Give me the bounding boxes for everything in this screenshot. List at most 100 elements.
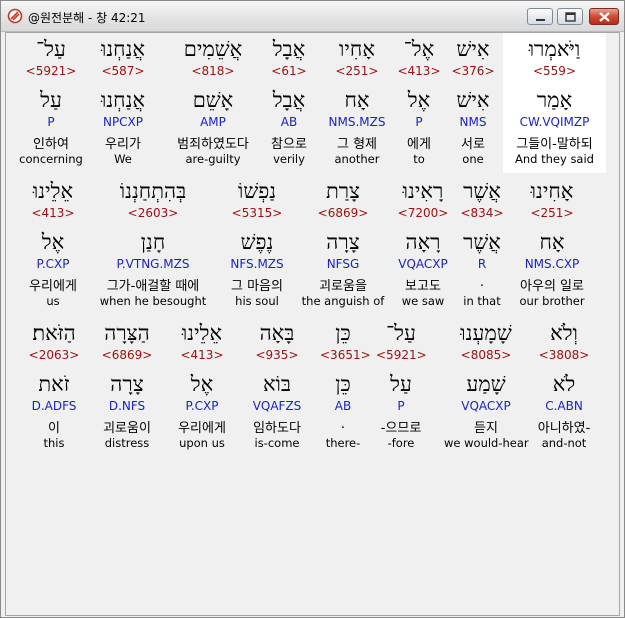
strong-number[interactable]: <7200> (392, 206, 454, 220)
parsing-code: R (477, 257, 487, 271)
title-bar[interactable]: @원전분해 - 창 42:21 (1, 1, 624, 32)
hebrew-word: עַל־ (386, 321, 416, 345)
strong-number[interactable]: <61> (262, 64, 316, 78)
strong-number[interactable]: <8085> (452, 348, 520, 362)
strong-number[interactable]: <5315> (226, 206, 288, 220)
strong-number[interactable]: <5921> (20, 64, 82, 78)
lemma: צָרָה (110, 372, 144, 396)
strong-number[interactable]: <2603> (102, 206, 204, 220)
parsing-code: NMS.CXP (524, 257, 580, 271)
hebrew-word: הַזֹּאת׃ (32, 321, 76, 345)
korean-gloss: 이 (48, 421, 60, 436)
word-cell[interactable]: הַזֹּאת׃ <2063> זֹאת D.ADFS 이 this (24, 317, 84, 457)
english-gloss: us (46, 294, 60, 308)
strong-number[interactable]: <6869> (94, 348, 160, 362)
lemma: אָח (539, 230, 565, 254)
lemma: אָמַר (536, 88, 573, 112)
word-cell[interactable]: בְּהִתְחַנְנוֹ <2603> חָנַן P.VTNG.MZS 그… (100, 175, 207, 315)
strong-number[interactable]: <559> (503, 64, 606, 78)
word-cell[interactable]: אֲשֵׁמִים <818> אָשֵׁם AMP 범죄하였도다 are-gu… (172, 33, 254, 173)
parsing-code: NFS.MZS (230, 257, 284, 271)
strong-number[interactable]: <2063> (24, 348, 84, 362)
word-cell[interactable]: עַל־ <5921> עַל P 인하여 concerning (19, 33, 83, 173)
korean-gloss: 그들이-말하되 (516, 137, 593, 152)
hebrew-word: צָרַת (325, 179, 361, 203)
korean-gloss: 그 형제 (336, 137, 377, 152)
word-cell[interactable]: בָּאָה <935> בּוֹא VQAFZS 임하도다 is-come (246, 317, 308, 457)
lemma: כֵּן (335, 372, 351, 396)
korean-gloss: 범죄하였도다 (177, 137, 249, 152)
maximize-button[interactable] (557, 8, 583, 25)
lemma: נֶפֶשׁ (240, 230, 274, 254)
english-gloss: his soul (235, 294, 279, 308)
word-cell[interactable]: אִישׁ <376> אִישׁ NMS 서로 one (448, 33, 498, 173)
word-cell[interactable]: עַל־ <5921> עַל P -으므로 -fore (376, 317, 427, 457)
strong-number[interactable]: <6869> (302, 206, 384, 220)
word-cell[interactable]: אֲבָל <61> אֲבָל AB 참으로 verily (262, 33, 316, 173)
strong-number[interactable]: <376> (448, 64, 498, 78)
korean-gloss: 참으로 (271, 137, 307, 152)
strong-number[interactable]: <251> (508, 206, 596, 220)
strong-number[interactable]: <3808> (532, 348, 596, 362)
word-cell[interactable]: אֵלֵינוּ <413> אֶל P.CXP 우리에게 upon us (170, 317, 234, 457)
minimize-button[interactable] (527, 8, 553, 25)
word-cell[interactable]: אֶל־ <413> אֶל P 에게 to (394, 33, 444, 173)
hebrew-word: אֲנַחְנוּ (100, 37, 146, 61)
korean-gloss: 인하여 (33, 137, 69, 152)
word-cell[interactable]: אֵלֵינוּ <413> אֶל P.CXP 우리에게 us (22, 175, 84, 315)
word-cell[interactable]: צָרַת <6869> צָרָה NFSG 괴로움을 the anguish… (302, 175, 385, 315)
korean-gloss: 아니하였- (537, 421, 591, 436)
parsing-code: C.ABN (545, 399, 583, 413)
english-gloss: we saw (401, 294, 445, 308)
english-gloss: is-come (254, 436, 300, 450)
parsing-code: P (415, 115, 423, 129)
lemma: רָאָה (405, 230, 441, 254)
word-cell[interactable]: וַיֹּאמְרוּ <559> אָמַר CW.VQIMZP 그들이-말하… (503, 33, 606, 173)
english-gloss: there- (325, 436, 361, 450)
verse-row: אָחִינוּ <251> אָח NMS.CXP 아우의 일로 our br… (6, 175, 619, 315)
strong-number[interactable]: <834> (458, 206, 506, 220)
strong-number[interactable]: <818> (172, 64, 254, 78)
word-cell[interactable]: רָאִינוּ <7200> רָאָה VQACXP 보고도 we saw (392, 175, 454, 315)
lemma: אָח (344, 88, 370, 112)
parsing-code: VQACXP (461, 399, 511, 413)
hebrew-word: אִישׁ (456, 37, 490, 61)
parsing-code: P.CXP (185, 399, 219, 413)
parsing-code: AB (334, 399, 352, 413)
hebrew-word: וַיֹּאמְרוּ (528, 37, 581, 61)
korean-gloss: 임하도다 (253, 421, 301, 436)
word-cell[interactable]: שָׁמָעְנוּ <8085> שָׁמַע VQACXP 듣지 we wo… (444, 317, 529, 457)
verse-row: וְלֹא <3808> לֹא C.ABN 아니하였- and-not שָׁ… (6, 317, 619, 457)
english-gloss: we would-hear (444, 436, 529, 450)
strong-number[interactable]: <413> (22, 206, 84, 220)
word-cell[interactable]: נַפְשׁוֹ <5315> נֶפֶשׁ NFS.MZS 그 마음의 his… (226, 175, 288, 315)
app-logo-icon (7, 8, 23, 24)
strong-number[interactable]: <935> (246, 348, 308, 362)
hebrew-word: אֲבָל (272, 37, 306, 61)
strong-number[interactable]: <587> (94, 64, 152, 78)
parsing-code: NMS (459, 115, 487, 129)
strong-number[interactable]: <413> (394, 64, 444, 78)
strong-number[interactable]: <413> (170, 348, 234, 362)
word-cell[interactable]: וְלֹא <3808> לֹא C.ABN 아니하였- and-not (532, 317, 596, 457)
word-cell[interactable]: אֲשֶׁר <834> אֲשֶׁר R . in that (458, 175, 506, 315)
english-gloss: verily (273, 152, 305, 166)
word-cell[interactable]: אָחִינוּ <251> אָח NMS.CXP 아우의 일로 our br… (508, 175, 596, 315)
korean-gloss: 우리에게 (29, 279, 77, 294)
word-cell[interactable]: הַצָּרָה <6869> צָרָה D.NFS 괴로움이 distres… (94, 317, 160, 457)
lemma: אֶל (190, 372, 214, 396)
strong-number[interactable]: <3651> (320, 348, 371, 362)
lemma: עַל (390, 372, 412, 396)
word-cell[interactable]: אָחִיו <251> אָח NMS.MZS 그 형제 another (324, 33, 390, 173)
lemma: עַל (40, 88, 62, 112)
word-cell[interactable]: אֲנַחְנוּ <587> אֲנַחְנוּ NPCXP 우리가 We (94, 33, 152, 173)
strong-number[interactable]: <251> (324, 64, 390, 78)
strong-number[interactable]: <5921> (376, 348, 427, 362)
interlinear-panel: וַיֹּאמְרוּ <559> אָמַר CW.VQIMZP 그들이-말하… (5, 32, 620, 616)
parsing-code: P (47, 115, 55, 129)
parsing-code: NFSG (326, 257, 360, 271)
lemma: אִישׁ (456, 88, 490, 112)
parsing-code: P.VTNG.MZS (116, 257, 190, 271)
close-button[interactable] (589, 8, 619, 25)
word-cell[interactable]: כֵּן <3651> כֵּן AB . there- (320, 317, 371, 457)
